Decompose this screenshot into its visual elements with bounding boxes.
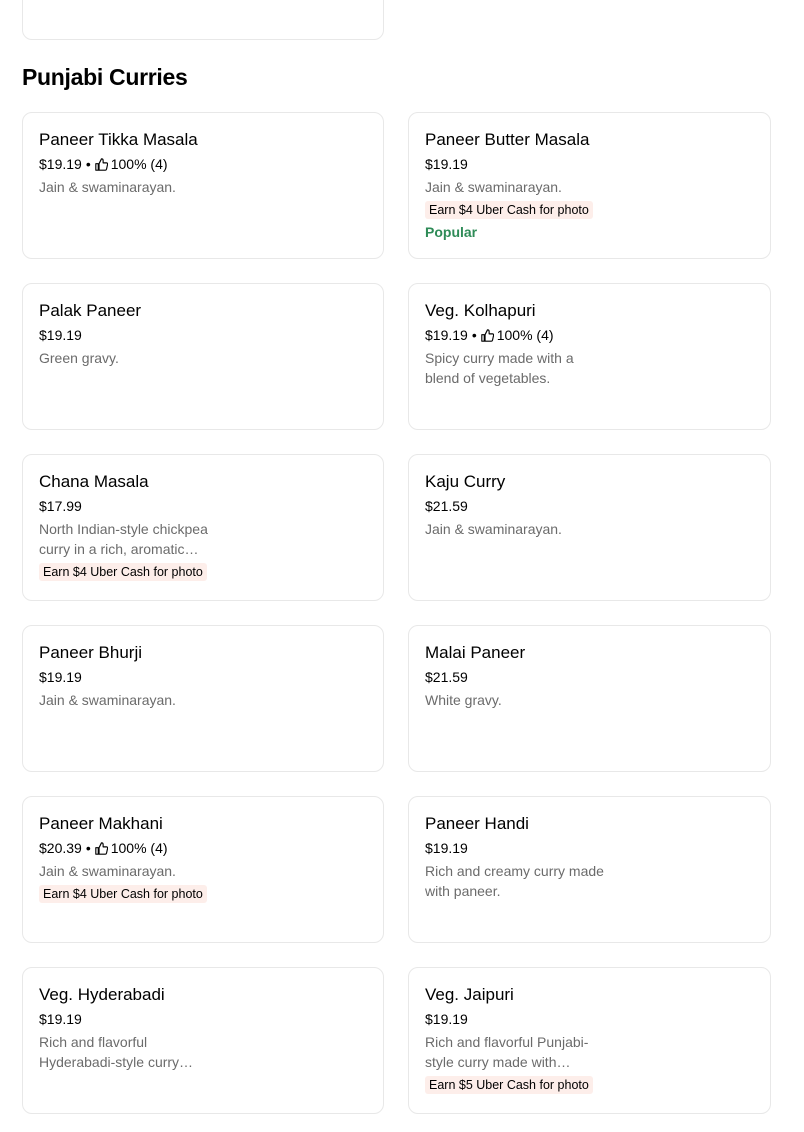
- price-row: $20.39 • 100% (4): [39, 838, 367, 858]
- thumbs-up-icon: [94, 157, 108, 171]
- price-row: $19.19: [425, 1009, 754, 1029]
- item-description: Jain & swaminarayan.: [39, 179, 176, 195]
- item-price: $20.39: [39, 840, 82, 856]
- item-price: $19.19: [39, 669, 82, 685]
- item-description: Jain & swaminarayan.: [39, 863, 176, 879]
- item-name: Paneer Tikka Masala: [39, 130, 198, 149]
- item-name: Veg. Hyderabadi: [39, 985, 165, 1004]
- item-rating: 100% (4): [110, 840, 168, 856]
- uber-cash-promo-badge: Earn $4 Uber Cash for photo: [425, 201, 593, 219]
- item-price: $19.19: [425, 840, 468, 856]
- price-row: $19.19 • 100% (4): [39, 154, 367, 174]
- menu-item-card[interactable]: Paneer Bhurji $19.19 Jain & swaminarayan…: [22, 625, 384, 772]
- menu-item-card[interactable]: Paneer Butter Masala $19.19 Jain & swami…: [408, 112, 771, 259]
- price-row: $17.99: [39, 496, 367, 516]
- menu-item-card-partial[interactable]: [22, 0, 384, 40]
- item-name: Veg. Kolhapuri: [425, 301, 536, 320]
- separator-dot: •: [85, 156, 91, 172]
- menu-item-grid: Paneer Tikka Masala $19.19 • 100% (4) Ja…: [22, 112, 771, 1114]
- menu-item-card[interactable]: Paneer Handi $19.19 Rich and creamy curr…: [408, 796, 771, 943]
- item-name: Paneer Handi: [425, 814, 529, 833]
- menu-item-card[interactable]: Veg. Kolhapuri $19.19 • 100% (4) Spicy c…: [408, 283, 771, 430]
- uber-cash-promo-badge: Earn $4 Uber Cash for photo: [39, 885, 207, 903]
- item-description: Green gravy.: [39, 350, 119, 366]
- item-description: Jain & swaminarayan.: [425, 521, 562, 537]
- price-row: $21.59: [425, 667, 754, 687]
- item-name: Veg. Jaipuri: [425, 985, 514, 1004]
- thumbs-up-icon: [480, 328, 494, 342]
- item-price: $19.19: [39, 1011, 82, 1027]
- price-row: $19.19: [39, 667, 367, 687]
- item-description: Rich and flavorful Hyderabadi-style curr…: [39, 1034, 194, 1070]
- item-price: $19.19: [39, 156, 82, 172]
- item-name: Kaju Curry: [425, 472, 506, 491]
- price-row: $19.19: [39, 325, 367, 345]
- item-name: Palak Paneer: [39, 301, 142, 320]
- separator-dot: •: [85, 840, 91, 856]
- price-row: $19.19: [39, 1009, 367, 1029]
- item-description: White gravy.: [425, 692, 502, 708]
- uber-cash-promo-badge: Earn $5 Uber Cash for photo: [425, 1076, 593, 1094]
- menu-item-card[interactable]: Paneer Makhani $20.39 • 100% (4) Jain & …: [22, 796, 384, 943]
- price-row: $19.19 • 100% (4): [425, 325, 754, 345]
- item-name: Chana Masala: [39, 472, 149, 491]
- item-price: $19.19: [39, 327, 82, 343]
- item-price: $19.19: [425, 327, 468, 343]
- item-price: $17.99: [39, 498, 82, 514]
- menu-item-card[interactable]: Veg. Hyderabadi $19.19 Rich and flavorfu…: [22, 967, 384, 1114]
- item-price: $19.19: [425, 156, 468, 172]
- item-description: Rich and creamy curry made with paneer.: [425, 863, 604, 899]
- section-title: Punjabi Curries: [22, 64, 188, 90]
- menu-item-card[interactable]: Malai Paneer $21.59 White gravy.: [408, 625, 771, 772]
- item-rating: 100% (4): [496, 327, 554, 343]
- price-row: $21.59: [425, 496, 754, 516]
- item-price: $19.19: [425, 1011, 468, 1027]
- item-price: $21.59: [425, 669, 468, 685]
- item-description: Jain & swaminarayan.: [39, 692, 176, 708]
- item-name: Paneer Makhani: [39, 814, 163, 833]
- item-description: Rich and flavorful Punjabi-style curry m…: [425, 1034, 589, 1070]
- menu-item-card[interactable]: Kaju Curry $21.59 Jain & swaminarayan.: [408, 454, 771, 601]
- popular-badge: Popular: [425, 224, 478, 240]
- separator-dot: •: [471, 327, 477, 343]
- item-description: Spicy curry made with a blend of vegetab…: [425, 350, 574, 386]
- thumbs-up-icon: [94, 841, 108, 855]
- menu-item-card[interactable]: Veg. Jaipuri $19.19 Rich and flavorful P…: [408, 967, 771, 1114]
- price-row: $19.19: [425, 154, 754, 174]
- item-name: Paneer Butter Masala: [425, 130, 590, 149]
- menu-item-card[interactable]: Chana Masala $17.99 North Indian-style c…: [22, 454, 384, 601]
- item-price: $21.59: [425, 498, 468, 514]
- item-description: Jain & swaminarayan.: [425, 179, 562, 195]
- price-row: $19.19: [425, 838, 754, 858]
- menu-item-card[interactable]: Palak Paneer $19.19 Green gravy.: [22, 283, 384, 430]
- item-rating: 100% (4): [110, 156, 168, 172]
- menu-item-card[interactable]: Paneer Tikka Masala $19.19 • 100% (4) Ja…: [22, 112, 384, 259]
- item-name: Malai Paneer: [425, 643, 526, 662]
- item-name: Paneer Bhurji: [39, 643, 143, 662]
- item-description: North Indian-style chickpea curry in a r…: [39, 521, 208, 557]
- uber-cash-promo-badge: Earn $4 Uber Cash for photo: [39, 563, 207, 581]
